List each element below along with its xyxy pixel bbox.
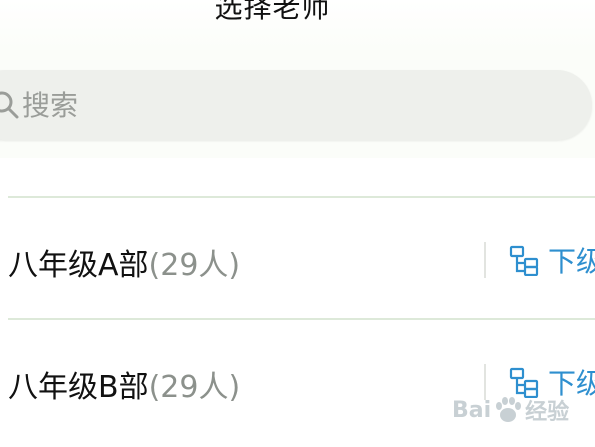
subordinate-button[interactable]: 下级 xyxy=(508,240,595,280)
search-area xyxy=(0,48,595,158)
list-divider xyxy=(8,318,595,320)
search-bar[interactable] xyxy=(0,70,592,140)
row-separator xyxy=(484,242,486,278)
member-count: (29人) xyxy=(148,248,241,283)
hierarchy-icon xyxy=(509,245,539,276)
paw-icon xyxy=(496,397,522,422)
teacher-picker-screen: 选择老师 八年级A部(29人) xyxy=(0,0,595,447)
group-title: 八年级A部(29人) xyxy=(8,240,240,284)
group-title: 八年级B部(29人) xyxy=(8,362,240,406)
watermark-text-left: Bai xyxy=(452,397,492,423)
page-title: 选择老师 xyxy=(214,0,331,24)
list-divider xyxy=(8,196,595,198)
top-bar: 选择老师 xyxy=(0,0,595,48)
search-input[interactable] xyxy=(22,82,422,128)
list-item[interactable]: 八年级A部(29人) 下级 xyxy=(0,200,595,320)
search-icon xyxy=(0,90,20,120)
watermark-text-right: 经验 xyxy=(525,400,570,425)
group-name: 八年级A部 xyxy=(8,248,149,283)
group-name: 八年级B部 xyxy=(8,370,149,405)
baidu-jingyan-watermark: Bai 经验 xyxy=(452,392,592,428)
member-count: (29人) xyxy=(148,370,241,405)
subordinate-label: 下级 xyxy=(548,245,595,278)
